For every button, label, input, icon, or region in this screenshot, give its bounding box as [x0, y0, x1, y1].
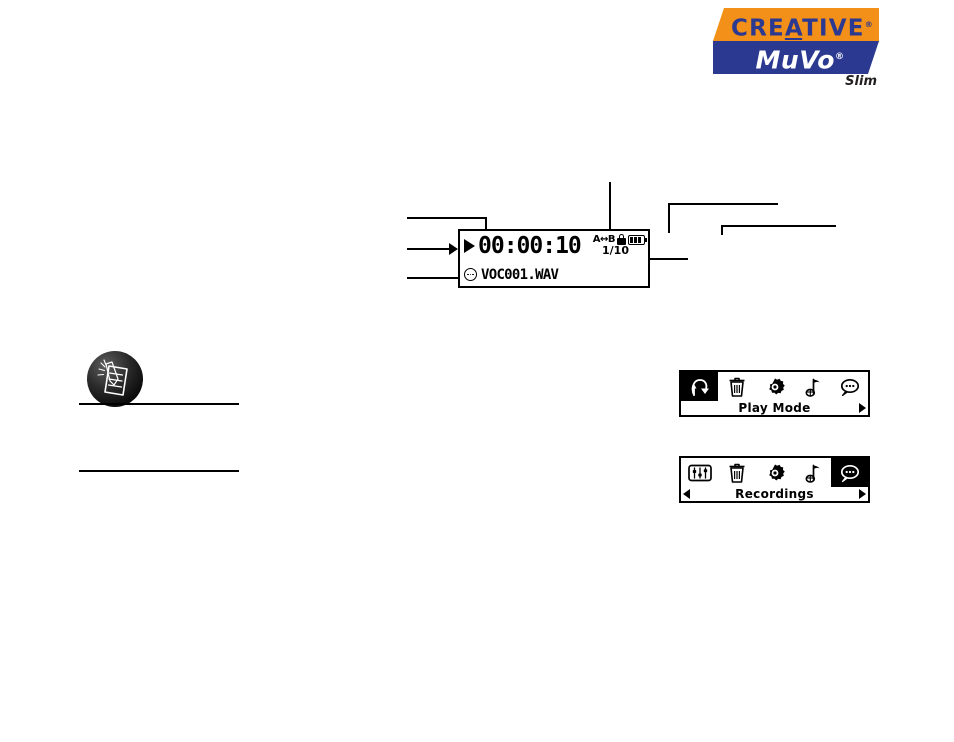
lcd-bottom-row: VOC001.WAV — [460, 263, 648, 286]
lock-icon — [617, 234, 626, 245]
lcd-top-row: 00:00:10 1/10 A↔B — [460, 231, 648, 263]
device-menu-recordings: Recordings — [679, 456, 870, 503]
device-menu-play-mode: Play Mode — [679, 370, 870, 417]
logo-brand-registered: ® — [864, 20, 874, 29]
menu-icon-row — [681, 372, 869, 401]
menu-icon-row — [681, 458, 869, 487]
callout-arrow-play-indicator — [449, 243, 458, 255]
lcd-status-icon-group: A↔B — [592, 234, 647, 245]
menu-label-recordings: Recordings — [735, 486, 814, 501]
callout-line-ab-repeat — [609, 182, 611, 232]
menu-item-play-mode[interactable] — [681, 372, 719, 401]
callout-line-battery-vertical — [721, 225, 723, 235]
note-divider-bottom — [79, 470, 239, 472]
menu-label-play-mode: Play Mode — [738, 400, 811, 415]
menu-prev-arrow[interactable] — [683, 489, 690, 499]
note-tip-notepad-icon — [87, 351, 143, 407]
ab-repeat-icon: A↔B — [592, 234, 616, 245]
menu-next-arrow[interactable] — [859, 489, 866, 499]
logo-brand-text: CREATIVE® — [731, 15, 874, 42]
callout-line-lock-horizontal — [668, 203, 778, 205]
logo-variant-text: Slim — [845, 74, 877, 89]
logo-product-registered: ® — [834, 52, 845, 62]
menu-item-settings[interactable] — [755, 372, 794, 401]
playback-time: 00:00:10 — [478, 233, 582, 259]
menu-item-music[interactable] — [793, 372, 831, 401]
lcd-display: 00:00:10 1/10 A↔B VOC001.WAV — [458, 229, 650, 288]
menu-item-equalizer[interactable] — [681, 458, 719, 487]
battery-icon — [628, 234, 647, 245]
creative-muvo-logo: CREATIVE® MuVo® Slim — [713, 8, 879, 89]
menu-item-music[interactable] — [793, 458, 831, 487]
voice-file-icon — [464, 268, 477, 281]
file-name: VOC001.WAV — [481, 266, 559, 283]
menu-next-arrow[interactable] — [859, 403, 866, 413]
callout-line-lock-vertical — [668, 203, 670, 233]
menu-item-recordings[interactable] — [830, 372, 869, 401]
page-canvas: CREATIVE® MuVo® Slim 00:00:10 1/10 A↔B V… — [0, 0, 954, 742]
callout-line-file-name — [407, 277, 460, 279]
callout-line-play-indicator — [407, 248, 451, 250]
note-divider-top — [79, 403, 239, 405]
menu-item-recordings[interactable] — [830, 458, 869, 487]
track-position: 1/10 — [602, 244, 629, 257]
menu-item-settings[interactable] — [755, 458, 794, 487]
play-status-icon — [464, 239, 475, 253]
menu-item-delete[interactable] — [718, 372, 756, 401]
menu-item-delete[interactable] — [718, 458, 756, 487]
logo-product-text: MuVo® — [755, 45, 845, 75]
callout-line-top-left-horizontal — [407, 217, 487, 219]
callout-line-battery-horizontal — [721, 225, 836, 227]
